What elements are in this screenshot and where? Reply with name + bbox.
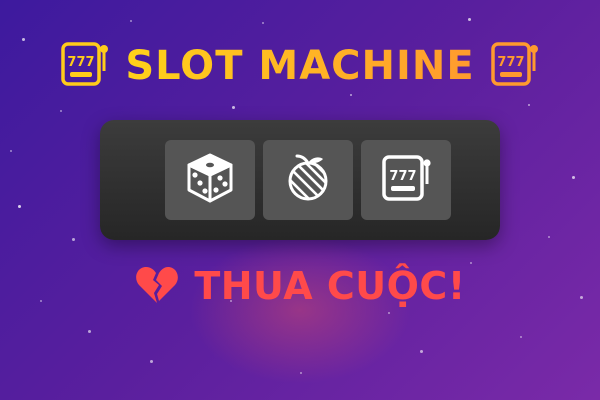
result-banner: THUA CUỘC! [0,258,600,314]
svg-text:777: 777 [389,169,416,184]
star [232,106,235,109]
svg-text:777: 777 [497,55,524,70]
star [468,18,471,21]
star [548,236,550,238]
star [520,336,522,338]
title-text: SLOT MACHINE [125,43,475,89]
star [72,238,75,241]
star [150,360,153,363]
reel-3: 777 [361,140,451,220]
star [130,20,132,22]
slot-machine-icon: 777 [61,41,109,91]
dice-icon [183,151,237,209]
slot-machine-icon: 777 [490,41,539,91]
peach-icon [281,151,335,209]
reels-panel: 777 [100,120,500,240]
reel-2 [263,140,353,220]
broken-heart-icon [134,263,180,309]
star [300,372,302,374]
result-text: THUA CUỘC! [194,264,466,308]
reel-1 [165,140,255,220]
slot-machine-icon: 777 [379,151,433,209]
star [10,150,12,152]
game-title: 777 SLOT MACHINE 777 [0,36,600,96]
svg-text:777: 777 [68,55,95,70]
star [88,330,91,333]
star [262,22,264,24]
star [420,350,423,353]
star [528,104,530,106]
star [60,110,62,112]
star [572,176,575,179]
star [18,205,21,208]
